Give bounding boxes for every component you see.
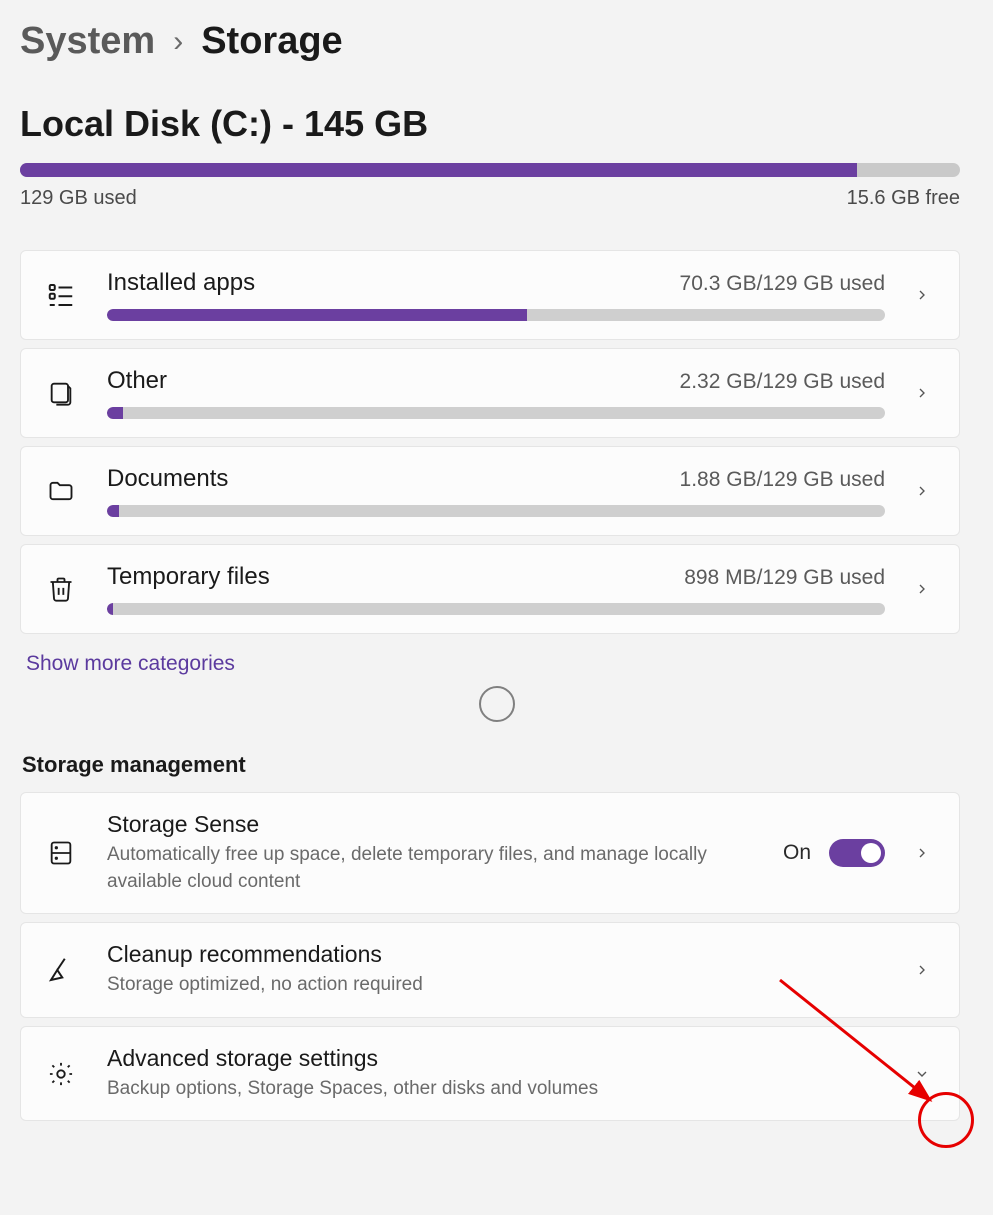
category-usage: 898 MB/129 GB used <box>684 566 885 590</box>
storage-sense-title: Storage Sense <box>107 811 759 838</box>
disk-usage-fill <box>20 163 857 177</box>
category-title: Documents <box>107 465 228 493</box>
chevron-down-icon[interactable] <box>909 1066 935 1082</box>
storage-sense-row[interactable]: Storage Sense Automatically free up spac… <box>20 792 960 914</box>
apps-list-icon <box>39 280 83 310</box>
category-documents[interactable]: Documents 1.88 GB/129 GB used <box>20 446 960 536</box>
advanced-desc: Backup options, Storage Spaces, other di… <box>107 1076 727 1103</box>
chevron-right-icon <box>909 845 935 861</box>
advanced-storage-settings-row[interactable]: Advanced storage settings Backup options… <box>20 1026 960 1122</box>
trash-icon <box>39 575 83 603</box>
category-usage: 1.88 GB/129 GB used <box>680 468 885 492</box>
disk-title: Local Disk (C:) - 145 GB <box>20 103 973 145</box>
chevron-right-icon <box>909 483 935 499</box>
other-icon <box>39 379 83 407</box>
chevron-right-icon <box>909 287 935 303</box>
cleanup-title: Cleanup recommendations <box>107 941 885 968</box>
category-installed-apps[interactable]: Installed apps 70.3 GB/129 GB used <box>20 250 960 340</box>
category-bar <box>107 505 885 517</box>
cleanup-desc: Storage optimized, no action required <box>107 972 727 999</box>
drive-icon <box>39 839 83 867</box>
category-bar-fill <box>107 505 119 517</box>
chevron-right-icon <box>909 581 935 597</box>
breadcrumb: System › Storage <box>20 20 973 63</box>
category-bar-fill <box>107 603 113 615</box>
breadcrumb-system[interactable]: System <box>20 20 155 63</box>
category-title: Temporary files <box>107 563 270 591</box>
chevron-right-icon <box>909 385 935 401</box>
documents-icon <box>39 477 83 505</box>
storage-sense-state: On <box>783 841 811 865</box>
show-more-categories-link[interactable]: Show more categories <box>26 652 973 676</box>
gear-icon <box>39 1060 83 1088</box>
broom-icon <box>39 955 83 985</box>
loading-spinner-icon <box>479 686 515 722</box>
category-usage: 2.32 GB/129 GB used <box>680 370 885 394</box>
category-title: Other <box>107 367 167 395</box>
category-bar <box>107 603 885 615</box>
breadcrumb-storage: Storage <box>201 20 342 63</box>
category-bar-fill <box>107 309 527 321</box>
toggle-knob <box>861 843 881 863</box>
cleanup-recommendations-row[interactable]: Cleanup recommendations Storage optimize… <box>20 922 960 1018</box>
chevron-right-icon <box>909 962 935 978</box>
category-title: Installed apps <box>107 269 255 297</box>
storage-sense-desc: Automatically free up space, delete temp… <box>107 842 727 895</box>
storage-management-heading: Storage management <box>22 752 973 778</box>
advanced-title: Advanced storage settings <box>107 1045 885 1072</box>
disk-free-label: 15.6 GB free <box>847 187 960 210</box>
disk-usage-bar <box>20 163 960 177</box>
category-temporary-files[interactable]: Temporary files 898 MB/129 GB used <box>20 544 960 634</box>
category-usage: 70.3 GB/129 GB used <box>680 272 885 296</box>
category-other[interactable]: Other 2.32 GB/129 GB used <box>20 348 960 438</box>
category-bar-fill <box>107 407 123 419</box>
disk-used-label: 129 GB used <box>20 187 137 210</box>
storage-sense-toggle[interactable] <box>829 839 885 867</box>
category-bar <box>107 407 885 419</box>
category-bar <box>107 309 885 321</box>
chevron-right-icon: › <box>173 25 183 59</box>
